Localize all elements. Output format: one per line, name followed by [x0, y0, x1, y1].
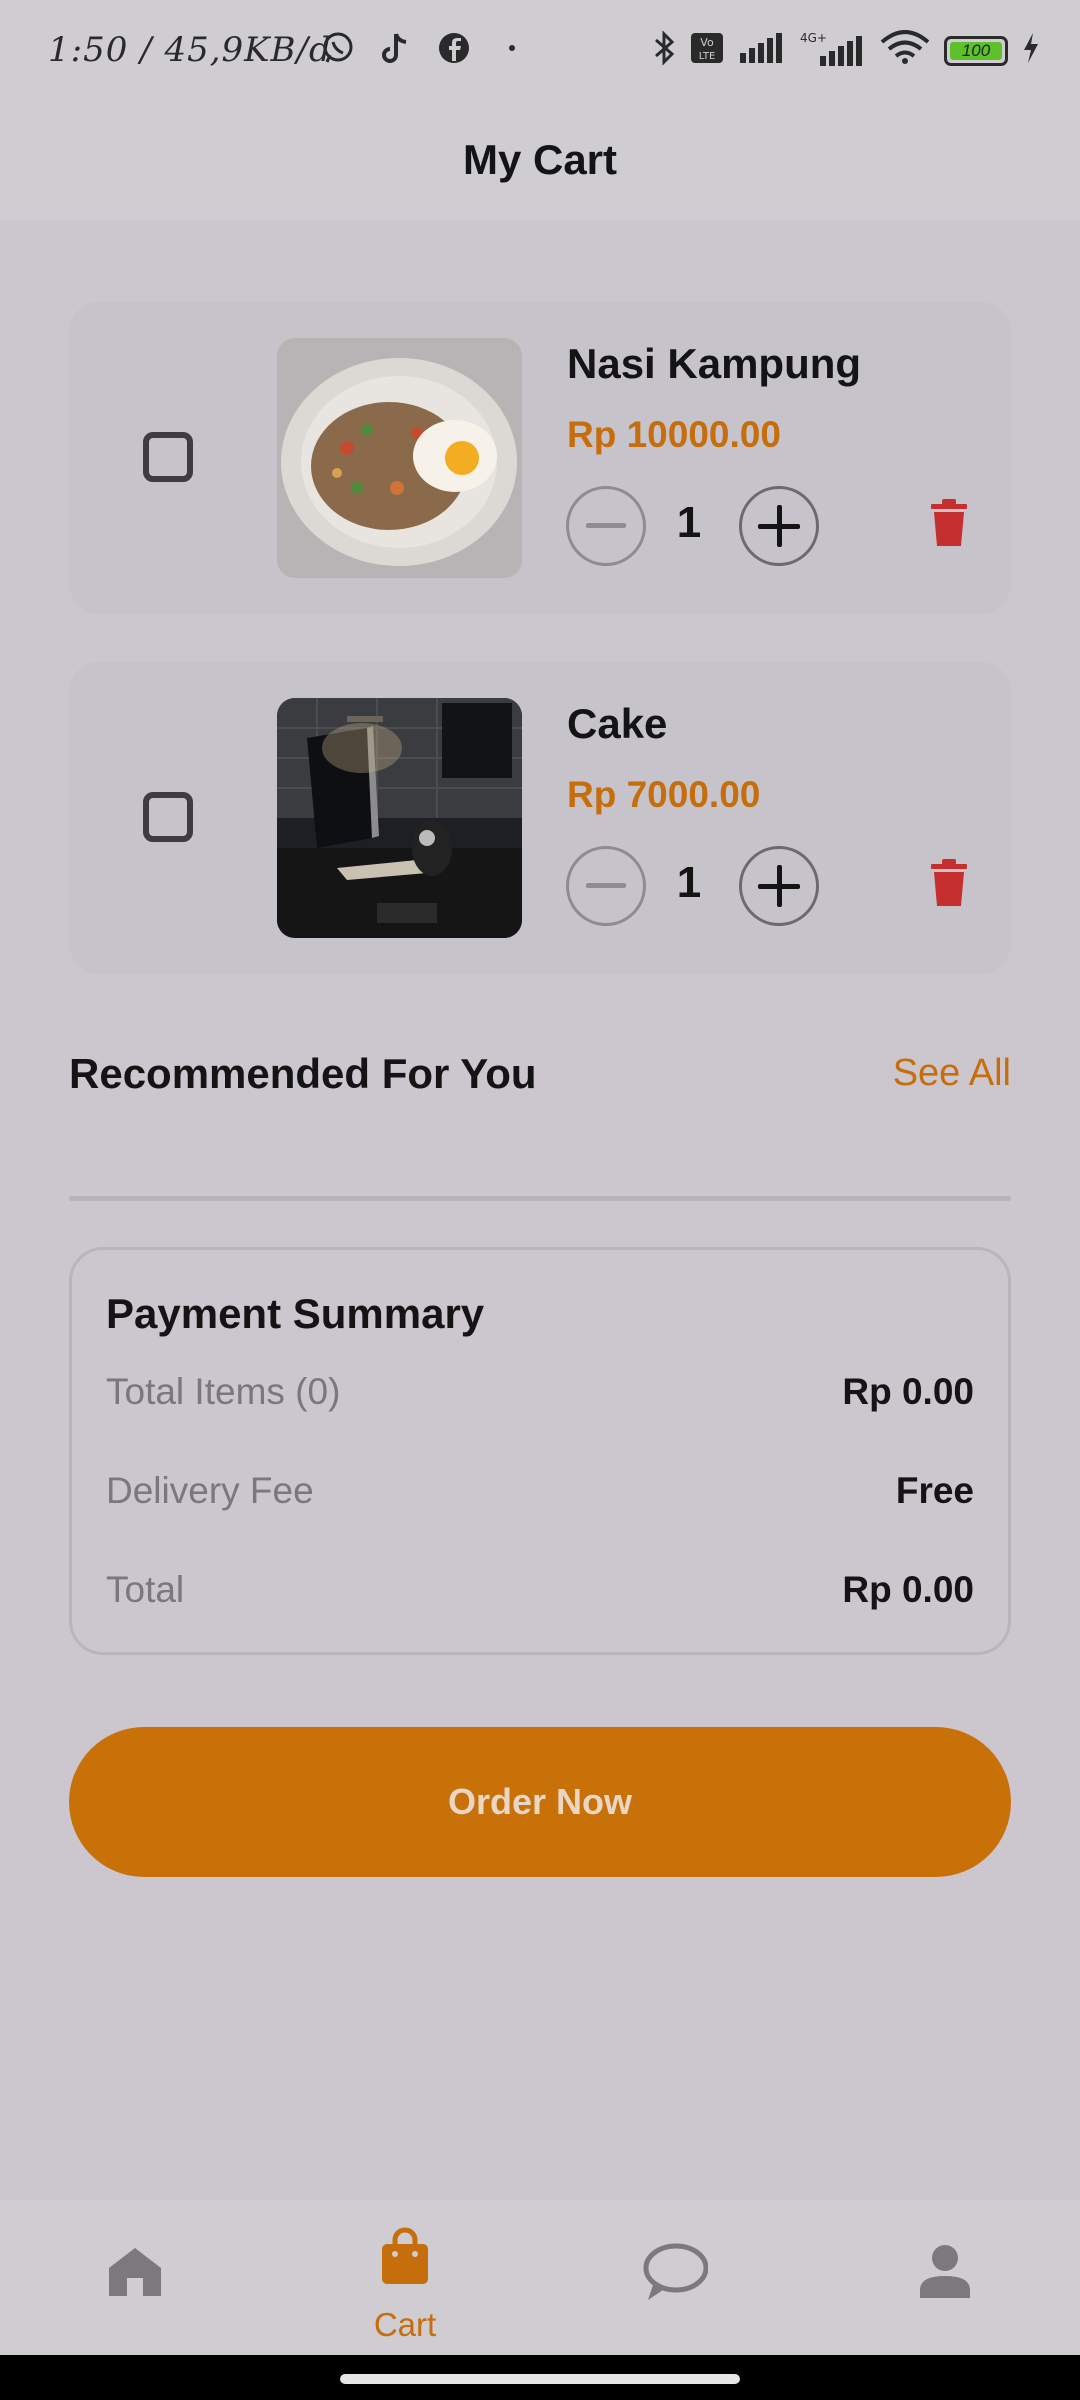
decrease-quantity-button[interactable] [566, 846, 646, 926]
volte-icon: Vo LTE [690, 32, 724, 69]
bluetooth-icon [652, 30, 676, 71]
app-header: My Cart [0, 100, 1080, 220]
dot-icon [494, 30, 530, 66]
svg-text:4G+: 4G+ [800, 31, 827, 45]
minus-icon [586, 523, 626, 528]
bottom-nav: Cart [0, 2200, 1080, 2355]
item-name: Nasi Kampung [567, 340, 862, 387]
delete-item-button[interactable] [929, 858, 969, 908]
cart-item: Cake Rp 7000.00 1 [69, 662, 1011, 974]
status-system-icons: Vo LTE 4G+ 100 [652, 30, 1040, 71]
chat-icon [643, 2243, 708, 2300]
nav-item-profile[interactable] [810, 2200, 1080, 2355]
item-price: Rp 10000.00 [567, 414, 781, 455]
profile-icon [920, 2245, 970, 2298]
item-image [277, 338, 522, 578]
tiktok-icon [378, 30, 414, 66]
charging-icon [1022, 32, 1040, 69]
delete-item-button[interactable] [929, 498, 969, 548]
battery-icon: 100 [944, 35, 1008, 66]
trash-icon [931, 499, 967, 546]
order-button-label: Order Now [447, 1781, 633, 1822]
svg-text:Vo: Vo [700, 36, 714, 49]
facebook-icon [436, 30, 472, 66]
increase-quantity-button[interactable] [739, 486, 819, 566]
shopping-bag-icon [382, 2227, 428, 2284]
trash-icon [931, 859, 967, 906]
decrease-quantity-button[interactable] [566, 486, 646, 566]
order-now-button[interactable]: Order Now [69, 1727, 1011, 1877]
divider [69, 1196, 1011, 1201]
status-app-icons [320, 30, 530, 66]
plus-icon [758, 505, 800, 547]
home-icon [109, 2248, 161, 2296]
select-item-checkbox[interactable] [143, 792, 193, 842]
summary-row-total-items: Total Items (0) Rp 0.00 [106, 1371, 974, 1421]
cart-item: Nasi Kampung Rp 10000.00 1 [69, 302, 1011, 614]
nav-label-cart: Cart [373, 2306, 437, 2343]
signal-4g-icon: 4G+ [800, 30, 866, 71]
status-bar: 1:50 / 45,9KB/d Vo LTE 4G+ 100 [0, 0, 1080, 100]
nav-item-chat[interactable] [540, 2200, 810, 2355]
payment-summary: Payment Summary Total Items (0) Rp 0.00 … [69, 1247, 1011, 1655]
summary-label: Total Items (0) [106, 1371, 341, 1412]
increase-quantity-button[interactable] [739, 846, 819, 926]
summary-value: Rp 0.00 [842, 1569, 974, 1610]
summary-title: Payment Summary [106, 1290, 485, 1337]
recommended-title: Recommended For You [69, 1050, 537, 1097]
summary-row-delivery-fee: Delivery Fee Free [106, 1470, 974, 1520]
summary-label: Delivery Fee [106, 1470, 314, 1511]
summary-value: Rp 0.00 [842, 1371, 974, 1412]
home-indicator[interactable] [340, 2374, 740, 2384]
quantity-value: 1 [676, 858, 702, 907]
quantity-value: 1 [676, 498, 702, 547]
nav-item-cart[interactable]: Cart [270, 2200, 540, 2355]
summary-row-total: Total Rp 0.00 [106, 1569, 974, 1619]
svg-text:LTE: LTE [699, 51, 716, 62]
wifi-icon [880, 30, 930, 71]
item-price: Rp 7000.00 [567, 774, 761, 815]
see-all-link[interactable]: See All [893, 1052, 1011, 1095]
item-name: Cake [567, 700, 668, 747]
minus-icon [586, 883, 626, 888]
summary-value: Free [895, 1470, 974, 1511]
nav-item-home[interactable] [0, 2200, 270, 2355]
item-image [277, 698, 522, 938]
select-item-checkbox[interactable] [143, 432, 193, 482]
page-title: My Cart [462, 136, 618, 183]
signal-icon [738, 33, 786, 68]
status-time: 1:50 / 45,9KB/d [48, 30, 332, 70]
summary-label: Total [106, 1569, 185, 1610]
plus-icon [758, 865, 800, 907]
whatsapp-icon [320, 30, 356, 66]
